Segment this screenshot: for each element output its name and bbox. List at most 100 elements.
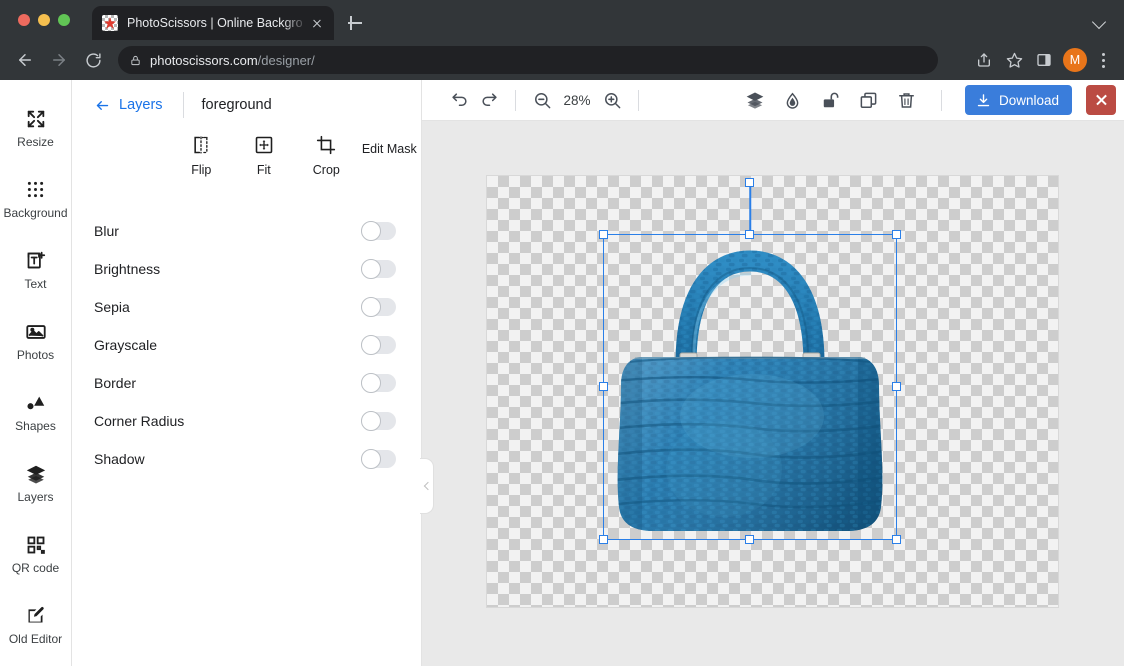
brightness-toggle[interactable] [361, 260, 396, 278]
browser-chrome: PhotoScissors | Online Backgro photoscis… [0, 0, 1124, 80]
border-toggle[interactable] [361, 374, 396, 392]
option-row-blur: Blur [72, 212, 421, 250]
sidebar-item-label: Photos [17, 349, 54, 361]
fit-button[interactable]: Fit [233, 134, 296, 190]
share-icon[interactable] [970, 46, 998, 74]
corner-radius-toggle[interactable] [361, 412, 396, 430]
option-row-grayscale: Grayscale [72, 326, 421, 364]
undo-icon[interactable] [444, 85, 474, 115]
sidebar-item-text[interactable]: Text [0, 234, 72, 305]
sidebar-item-old-editor[interactable]: Old Editor [0, 589, 72, 660]
editor-area: 28% [422, 80, 1124, 666]
layers-stack-icon[interactable] [740, 85, 770, 115]
tab-close-icon[interactable] [308, 14, 326, 32]
sidebar-item-label: Layers [17, 491, 53, 503]
url-path: /designer/ [258, 53, 315, 68]
rotate-handle[interactable] [745, 178, 754, 187]
avatar[interactable]: M [1063, 48, 1087, 72]
side-panel-icon[interactable] [1030, 46, 1058, 74]
crop-icon [316, 134, 336, 156]
download-button[interactable]: Download [965, 85, 1072, 115]
option-label: Border [94, 375, 361, 391]
opacity-drop-icon[interactable] [778, 85, 808, 115]
sidebar-item-photos[interactable]: Photos [0, 305, 72, 376]
close-editor-button[interactable] [1086, 85, 1116, 115]
sidebar-item-shapes[interactable]: Shapes [0, 376, 72, 447]
layers-stack-icon [25, 463, 47, 485]
crop-button[interactable]: Crop [295, 134, 358, 190]
new-tab-icon[interactable] [344, 12, 366, 34]
edit-mask-button[interactable]: Edit Mask [358, 134, 421, 190]
fit-icon [254, 134, 274, 156]
sidebar-item-label: Old Editor [9, 633, 62, 645]
resize-handle-bottom-center[interactable] [745, 535, 754, 544]
sepia-toggle[interactable] [361, 298, 396, 316]
option-label: Brightness [94, 261, 361, 277]
resize-handle-middle-right[interactable] [892, 382, 901, 391]
download-icon [976, 93, 991, 108]
canvas-viewport[interactable] [422, 121, 1124, 666]
toggle-knob [361, 297, 381, 317]
shadow-toggle[interactable] [361, 450, 396, 468]
browser-toolbar: photoscissors.com/designer/ M [0, 40, 1124, 80]
blur-toggle[interactable] [361, 222, 396, 240]
reload-icon[interactable] [78, 45, 108, 75]
bookmark-star-icon[interactable] [1000, 46, 1028, 74]
tab-strip: PhotoScissors | Online Backgro [0, 0, 1124, 40]
qr-code-icon [26, 534, 46, 556]
zoom-in-icon[interactable] [597, 85, 627, 115]
toolbar-divider [941, 90, 942, 111]
sidebar-item-background[interactable]: Background [0, 163, 72, 234]
chevron-down-icon[interactable] [1090, 12, 1110, 32]
tool-label: Edit Mask [362, 142, 417, 156]
sidebar-item-qr-code[interactable]: QR code [0, 518, 72, 589]
flip-button[interactable]: Flip [170, 134, 233, 190]
left-nav-rail: Resize Background Text Photos Shapes [0, 80, 72, 666]
zoom-level-label: 28% [557, 93, 597, 108]
option-label: Corner Radius [94, 413, 361, 429]
artboard-transparent-checkerboard[interactable] [487, 176, 1058, 607]
option-label: Shadow [94, 451, 361, 467]
resize-handle-bottom-right[interactable] [892, 535, 901, 544]
sidebar-item-label: Background [3, 207, 67, 219]
maximize-window-button[interactable] [58, 14, 70, 26]
grayscale-toggle[interactable] [361, 336, 396, 354]
sidebar-item-layers[interactable]: Layers [0, 447, 72, 518]
kebab-menu-icon[interactable] [1092, 46, 1114, 74]
resize-handle-middle-left[interactable] [599, 382, 608, 391]
editor-object-tools: Download [740, 85, 1116, 115]
resize-handle-top-left[interactable] [599, 230, 608, 239]
zoom-out-icon[interactable] [527, 85, 557, 115]
option-row-border: Border [72, 364, 421, 402]
minimize-window-button[interactable] [38, 14, 50, 26]
sidebar-item-label: QR code [12, 562, 59, 574]
option-row-brightness: Brightness [72, 250, 421, 288]
scissors-favicon-icon [102, 15, 118, 31]
resize-handle-top-center[interactable] [745, 230, 754, 239]
back-arrow-icon[interactable] [10, 45, 40, 75]
trash-icon[interactable] [892, 85, 922, 115]
app-body: Resize Background Text Photos Shapes [0, 80, 1124, 666]
editor-toolbar: 28% [422, 80, 1124, 121]
address-bar[interactable]: photoscissors.com/designer/ [118, 46, 938, 74]
background-dots-icon [25, 179, 46, 201]
rotate-connector-line [749, 183, 751, 235]
toggle-knob [361, 335, 381, 355]
sidebar-item-resize[interactable]: Resize [0, 92, 72, 163]
forward-arrow-icon[interactable] [44, 45, 74, 75]
resize-handle-top-right[interactable] [892, 230, 901, 239]
duplicate-icon[interactable] [854, 85, 884, 115]
panel-header: Layers foreground [72, 86, 421, 124]
resize-handle-bottom-left[interactable] [599, 535, 608, 544]
close-window-button[interactable] [18, 14, 30, 26]
back-to-layers-button[interactable]: Layers [94, 97, 163, 113]
collapse-panel-handle[interactable] [420, 458, 434, 514]
browser-actions: M [970, 46, 1114, 74]
sidebar-item-label: Shapes [15, 420, 56, 432]
unlock-padlock-icon[interactable] [816, 85, 846, 115]
resize-icon [25, 108, 47, 130]
option-label: Sepia [94, 299, 361, 315]
selection-bounding-box[interactable] [603, 234, 897, 540]
browser-tab[interactable]: PhotoScissors | Online Backgro [92, 6, 334, 40]
redo-icon[interactable] [474, 85, 504, 115]
